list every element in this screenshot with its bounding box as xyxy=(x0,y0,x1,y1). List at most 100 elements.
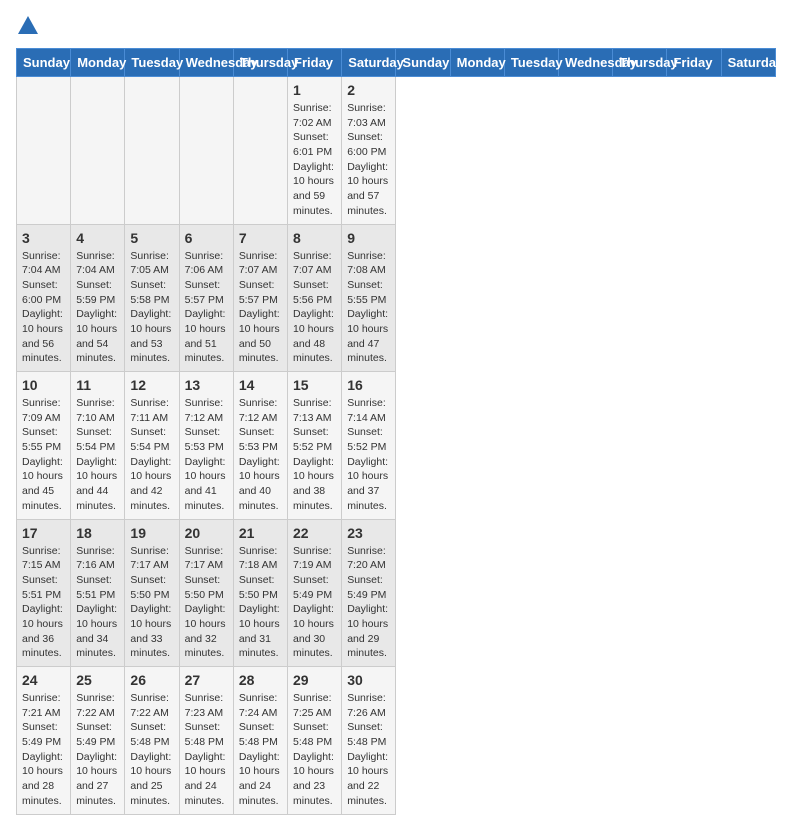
day-info: Sunrise: 7:02 AM Sunset: 6:01 PM Dayligh… xyxy=(293,101,336,219)
calendar-cell: 17 Sunrise: 7:15 AM Sunset: 5:51 PM Dayli… xyxy=(17,519,71,667)
calendar-cell: 2 Sunrise: 7:03 AM Sunset: 6:00 PM Daylig… xyxy=(342,77,396,225)
calendar-cell xyxy=(71,77,125,225)
day-of-week-header: Tuesday xyxy=(125,49,179,77)
day-of-week-header: Sunday xyxy=(396,49,450,77)
page-header xyxy=(16,16,776,36)
day-info: Sunrise: 7:20 AM Sunset: 5:49 PM Dayligh… xyxy=(347,544,390,662)
day-info: Sunrise: 7:03 AM Sunset: 6:00 PM Dayligh… xyxy=(347,101,390,219)
day-number: 11 xyxy=(76,377,119,393)
calendar-cell: 1 Sunrise: 7:02 AM Sunset: 6:01 PM Daylig… xyxy=(288,77,342,225)
day-number: 24 xyxy=(22,672,65,688)
day-number: 6 xyxy=(185,230,228,246)
day-number: 4 xyxy=(76,230,119,246)
calendar-cell: 16Sunrise: 7:14 AM Sunset: 5:52 PM Dayli… xyxy=(342,372,396,520)
day-number: 21 xyxy=(239,525,282,541)
day-of-week-header: Wednesday xyxy=(559,49,613,77)
calendar-cell: 7Sunrise: 7:07 AM Sunset: 5:57 PM Daylig… xyxy=(233,224,287,372)
calendar-cell xyxy=(233,77,287,225)
day-info: Sunrise: 7:12 AM Sunset: 5:53 PM Dayligh… xyxy=(239,396,282,514)
calendar-cell: 5 Sunrise: 7:05 AM Sunset: 5:58 PM Daylig… xyxy=(125,224,179,372)
day-number: 1 xyxy=(293,82,336,98)
day-number: 22 xyxy=(293,525,336,541)
calendar-cell: 20 Sunrise: 7:17 AM Sunset: 5:50 PM Dayli… xyxy=(179,519,233,667)
calendar-cell: 26Sunrise: 7:22 AM Sunset: 5:48 PM Dayli… xyxy=(125,667,179,815)
day-info: Sunrise: 7:22 AM Sunset: 5:48 PM Dayligh… xyxy=(130,691,173,809)
calendar-cell: 3 Sunrise: 7:04 AM Sunset: 6:00 PM Daylig… xyxy=(17,224,71,372)
day-info: Sunrise: 7:12 AM Sunset: 5:53 PM Dayligh… xyxy=(185,396,228,514)
calendar-cell: 8 Sunrise: 7:07 AM Sunset: 5:56 PM Daylig… xyxy=(288,224,342,372)
day-of-week-header: Friday xyxy=(288,49,342,77)
day-number: 9 xyxy=(347,230,390,246)
calendar-cell: 24Sunrise: 7:21 AM Sunset: 5:49 PM Dayli… xyxy=(17,667,71,815)
day-info: Sunrise: 7:17 AM Sunset: 5:50 PM Dayligh… xyxy=(130,544,173,662)
calendar-cell: 4 Sunrise: 7:04 AM Sunset: 5:59 PM Daylig… xyxy=(71,224,125,372)
day-info: Sunrise: 7:14 AM Sunset: 5:52 PM Dayligh… xyxy=(347,396,390,514)
day-number: 17 xyxy=(22,525,65,541)
day-number: 14 xyxy=(239,377,282,393)
day-number: 23 xyxy=(347,525,390,541)
day-number: 5 xyxy=(130,230,173,246)
calendar-cell: 11 Sunrise: 7:10 AM Sunset: 5:54 PM Dayli… xyxy=(71,372,125,520)
day-info: Sunrise: 7:22 AM Sunset: 5:49 PM Dayligh… xyxy=(76,691,119,809)
day-info: Sunrise: 7:06 AM Sunset: 5:57 PM Dayligh… xyxy=(185,249,228,367)
calendar-cell xyxy=(179,77,233,225)
calendar-cell: 28 Sunrise: 7:24 AM Sunset: 5:48 PM Dayli… xyxy=(233,667,287,815)
day-info: Sunrise: 7:08 AM Sunset: 5:55 PM Dayligh… xyxy=(347,249,390,367)
day-number: 28 xyxy=(239,672,282,688)
day-info: Sunrise: 7:26 AM Sunset: 5:48 PM Dayligh… xyxy=(347,691,390,809)
day-info: Sunrise: 7:04 AM Sunset: 5:59 PM Dayligh… xyxy=(76,249,119,367)
day-number: 25 xyxy=(76,672,119,688)
calendar-cell: 25 Sunrise: 7:22 AM Sunset: 5:49 PM Dayli… xyxy=(71,667,125,815)
day-info: Sunrise: 7:11 AM Sunset: 5:54 PM Dayligh… xyxy=(130,396,173,514)
day-number: 10 xyxy=(22,377,65,393)
calendar-week-row: 24Sunrise: 7:21 AM Sunset: 5:49 PM Dayli… xyxy=(17,667,776,815)
day-of-week-header: Thursday xyxy=(233,49,287,77)
day-info: Sunrise: 7:13 AM Sunset: 5:52 PM Dayligh… xyxy=(293,396,336,514)
day-info: Sunrise: 7:07 AM Sunset: 5:56 PM Dayligh… xyxy=(293,249,336,367)
calendar-cell: 9 Sunrise: 7:08 AM Sunset: 5:55 PM Daylig… xyxy=(342,224,396,372)
day-number: 30 xyxy=(347,672,390,688)
day-number: 12 xyxy=(130,377,173,393)
day-number: 2 xyxy=(347,82,390,98)
calendar-week-row: 17 Sunrise: 7:15 AM Sunset: 5:51 PM Dayli… xyxy=(17,519,776,667)
day-of-week-header: Tuesday xyxy=(504,49,558,77)
day-number: 3 xyxy=(22,230,65,246)
day-number: 27 xyxy=(185,672,228,688)
calendar-cell: 30 Sunrise: 7:26 AM Sunset: 5:48 PM Dayli… xyxy=(342,667,396,815)
day-info: Sunrise: 7:04 AM Sunset: 6:00 PM Dayligh… xyxy=(22,249,65,367)
day-info: Sunrise: 7:05 AM Sunset: 5:58 PM Dayligh… xyxy=(130,249,173,367)
calendar-cell: 19Sunrise: 7:17 AM Sunset: 5:50 PM Dayli… xyxy=(125,519,179,667)
calendar-cell: 14 Sunrise: 7:12 AM Sunset: 5:53 PM Dayli… xyxy=(233,372,287,520)
calendar-cell: 12 Sunrise: 7:11 AM Sunset: 5:54 PM Dayli… xyxy=(125,372,179,520)
day-info: Sunrise: 7:24 AM Sunset: 5:48 PM Dayligh… xyxy=(239,691,282,809)
logo xyxy=(16,16,38,36)
day-info: Sunrise: 7:10 AM Sunset: 5:54 PM Dayligh… xyxy=(76,396,119,514)
day-info: Sunrise: 7:19 AM Sunset: 5:49 PM Dayligh… xyxy=(293,544,336,662)
calendar-week-row: 1 Sunrise: 7:02 AM Sunset: 6:01 PM Daylig… xyxy=(17,77,776,225)
logo-triangle-icon xyxy=(18,16,38,34)
calendar-cell: 15Sunrise: 7:13 AM Sunset: 5:52 PM Dayli… xyxy=(288,372,342,520)
day-of-week-header: Saturday xyxy=(721,49,775,77)
day-number: 7 xyxy=(239,230,282,246)
day-of-week-header: Monday xyxy=(71,49,125,77)
day-number: 20 xyxy=(185,525,228,541)
day-number: 18 xyxy=(76,525,119,541)
day-info: Sunrise: 7:17 AM Sunset: 5:50 PM Dayligh… xyxy=(185,544,228,662)
day-info: Sunrise: 7:09 AM Sunset: 5:55 PM Dayligh… xyxy=(22,396,65,514)
calendar-cell: 6 Sunrise: 7:06 AM Sunset: 5:57 PM Daylig… xyxy=(179,224,233,372)
day-number: 29 xyxy=(293,672,336,688)
calendar-header-row: SundayMondayTuesdayWednesdayThursdayFrid… xyxy=(17,49,776,77)
day-info: Sunrise: 7:15 AM Sunset: 5:51 PM Dayligh… xyxy=(22,544,65,662)
calendar-cell: 22 Sunrise: 7:19 AM Sunset: 5:49 PM Dayli… xyxy=(288,519,342,667)
calendar-week-row: 3 Sunrise: 7:04 AM Sunset: 6:00 PM Daylig… xyxy=(17,224,776,372)
calendar-cell: 13Sunrise: 7:12 AM Sunset: 5:53 PM Dayli… xyxy=(179,372,233,520)
day-of-week-header: Saturday xyxy=(342,49,396,77)
calendar-cell: 10 Sunrise: 7:09 AM Sunset: 5:55 PM Dayli… xyxy=(17,372,71,520)
calendar-cell: 23 Sunrise: 7:20 AM Sunset: 5:49 PM Dayli… xyxy=(342,519,396,667)
calendar-cell: 18Sunrise: 7:16 AM Sunset: 5:51 PM Dayli… xyxy=(71,519,125,667)
day-of-week-header: Monday xyxy=(450,49,504,77)
day-number: 8 xyxy=(293,230,336,246)
day-of-week-header: Wednesday xyxy=(179,49,233,77)
day-of-week-header: Sunday xyxy=(17,49,71,77)
calendar-cell: 27Sunrise: 7:23 AM Sunset: 5:48 PM Dayli… xyxy=(179,667,233,815)
